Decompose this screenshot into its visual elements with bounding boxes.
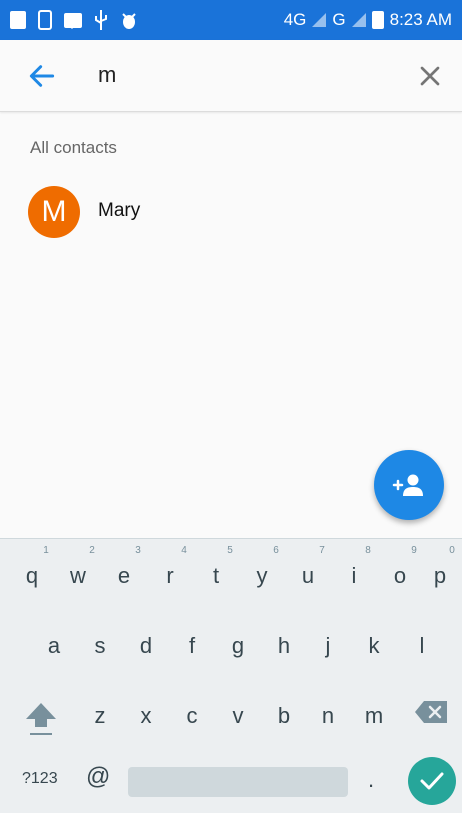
key-m[interactable]: m [354,703,394,729]
key-f[interactable]: f [172,633,212,659]
backspace-key[interactable] [414,699,450,730]
key-t[interactable]: t [196,563,236,589]
key-s[interactable]: s [80,633,120,659]
android-debug-icon [122,13,136,29]
space-key[interactable] [128,767,348,797]
key-w[interactable]: w [58,563,98,589]
backspace-icon [415,701,447,723]
signal-icon [312,13,327,27]
key-hint: 2 [89,545,95,556]
key-o[interactable]: o [380,563,420,589]
key-hint: 1 [43,545,49,556]
at-key[interactable]: @ [86,763,110,791]
keyboard: 1 2 3 4 5 6 7 8 9 0 q w e r t y u i o p … [0,538,462,813]
key-u[interactable]: u [288,563,328,589]
key-hint: 7 [319,545,325,556]
key-q[interactable]: q [12,563,52,589]
status-bar: 4G G 8:23 AM [0,0,462,40]
period-key[interactable]: . [368,767,374,793]
key-g[interactable]: g [218,633,258,659]
notification-icons [10,10,138,30]
key-a[interactable]: a [34,633,74,659]
phone-icon [38,10,52,30]
key-e[interactable]: e [104,563,144,589]
add-person-icon [392,474,423,496]
clock: 8:23 AM [389,10,452,29]
key-v[interactable]: v [218,703,258,729]
key-c[interactable]: c [172,703,212,729]
key-p[interactable]: p [420,563,460,589]
shift-key[interactable] [24,701,58,742]
key-hint: 5 [227,545,233,556]
key-r[interactable]: r [150,563,190,589]
arrow-left-icon[interactable] [26,60,58,92]
key-i[interactable]: i [334,563,374,589]
add-contact-button[interactable] [374,450,444,520]
network-type-g: G [332,10,346,29]
key-hint: 0 [449,545,455,556]
key-j[interactable]: j [308,633,348,659]
network-type-4g: 4G [283,10,307,29]
battery-icon [371,11,384,29]
key-hint: 4 [181,545,187,556]
key-h[interactable]: h [264,633,304,659]
symbols-key[interactable]: ?123 [22,770,58,788]
checkmark-icon [420,772,444,790]
key-k[interactable]: k [354,633,394,659]
message-icon [64,12,82,29]
sd-card-icon [10,11,26,29]
key-y[interactable]: y [242,563,282,589]
key-d[interactable]: d [126,633,166,659]
contact-row-mary[interactable]: M Mary [0,176,462,248]
key-x[interactable]: x [126,703,166,729]
usb-icon [95,10,107,30]
key-n[interactable]: n [308,703,348,729]
contact-name: Mary [98,200,141,221]
key-hint: 6 [273,545,279,556]
status-icons: 4G G 8:23 AM [284,10,452,30]
key-hint: 3 [135,545,141,556]
key-z[interactable]: z [80,703,120,729]
search-bar: m [0,40,462,112]
key-hint: 8 [365,545,371,556]
shift-icon [26,703,56,735]
avatar: M [28,186,80,238]
enter-key[interactable] [408,757,456,805]
signal-icon-2 [351,13,366,27]
key-l[interactable]: l [402,633,442,659]
key-b[interactable]: b [264,703,304,729]
close-icon[interactable] [414,60,446,92]
search-input[interactable]: m [98,62,116,88]
section-header-all-contacts: All contacts [30,138,117,157]
key-hint: 9 [411,545,417,556]
